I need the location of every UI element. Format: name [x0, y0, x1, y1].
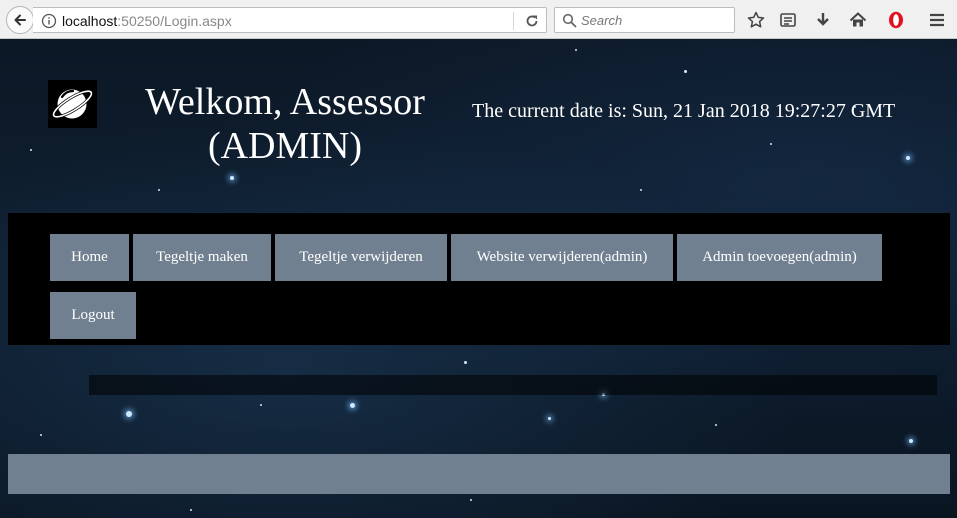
url-path: :50250/Login.aspx [117, 13, 232, 29]
star [126, 411, 132, 417]
reading-list-icon[interactable] [776, 8, 800, 32]
star [40, 434, 42, 436]
star [909, 439, 913, 443]
footer [8, 454, 950, 494]
nav-delete-website-button[interactable]: Website verwijderen(admin) [451, 234, 673, 281]
back-arrow-icon [14, 14, 26, 26]
star [640, 189, 642, 191]
planet-logo-icon [48, 80, 97, 128]
browser-toolbar: localhost:50250/Login.aspx Search [0, 0, 957, 39]
address-bar[interactable]: localhost:50250/Login.aspx [33, 7, 547, 33]
star [684, 70, 687, 73]
search-bar[interactable]: Search [554, 7, 735, 33]
info-icon[interactable] [41, 13, 57, 29]
nav-create-tile-button[interactable]: Tegeltje maken [133, 234, 271, 281]
opera-icon[interactable] [884, 8, 908, 32]
star [770, 143, 772, 145]
current-date-text: The current date is: Sun, 21 Jan 2018 19… [472, 100, 896, 122]
star [158, 189, 160, 191]
main-navigation: Home Tegeltje maken Tegeltje verwijderen… [8, 213, 950, 345]
nav-add-admin-button[interactable]: Admin toevoegen(admin) [677, 234, 882, 281]
welcome-heading: Welkom, Assessor (ADMIN) [145, 81, 425, 167]
reload-icon[interactable] [523, 12, 541, 30]
page-background: Welkom, Assessor (ADMIN) The current dat… [0, 39, 957, 518]
star [464, 361, 467, 364]
bookmark-star-icon[interactable] [744, 8, 768, 32]
star [715, 424, 717, 426]
search-placeholder: Search [581, 13, 623, 28]
star [548, 417, 551, 420]
nav-home-button[interactable]: Home [50, 234, 129, 281]
search-icon [562, 13, 577, 28]
download-icon[interactable] [811, 8, 835, 32]
url-separator [513, 12, 514, 30]
nav-delete-tile-button[interactable]: Tegeltje verwijderen [275, 234, 447, 281]
star [30, 149, 32, 151]
star [575, 49, 577, 51]
star [906, 156, 910, 160]
nav-logout-button[interactable]: Logout [50, 292, 136, 339]
star [230, 176, 234, 180]
home-icon[interactable] [846, 8, 870, 32]
content-bar [89, 375, 937, 395]
menu-icon[interactable] [925, 8, 949, 32]
back-button[interactable] [6, 6, 34, 34]
star [190, 509, 192, 511]
star [260, 404, 262, 406]
url-host: localhost [62, 13, 118, 29]
star [350, 403, 355, 408]
url-text[interactable]: localhost:50250/Login.aspx [62, 13, 232, 29]
star [470, 499, 472, 501]
